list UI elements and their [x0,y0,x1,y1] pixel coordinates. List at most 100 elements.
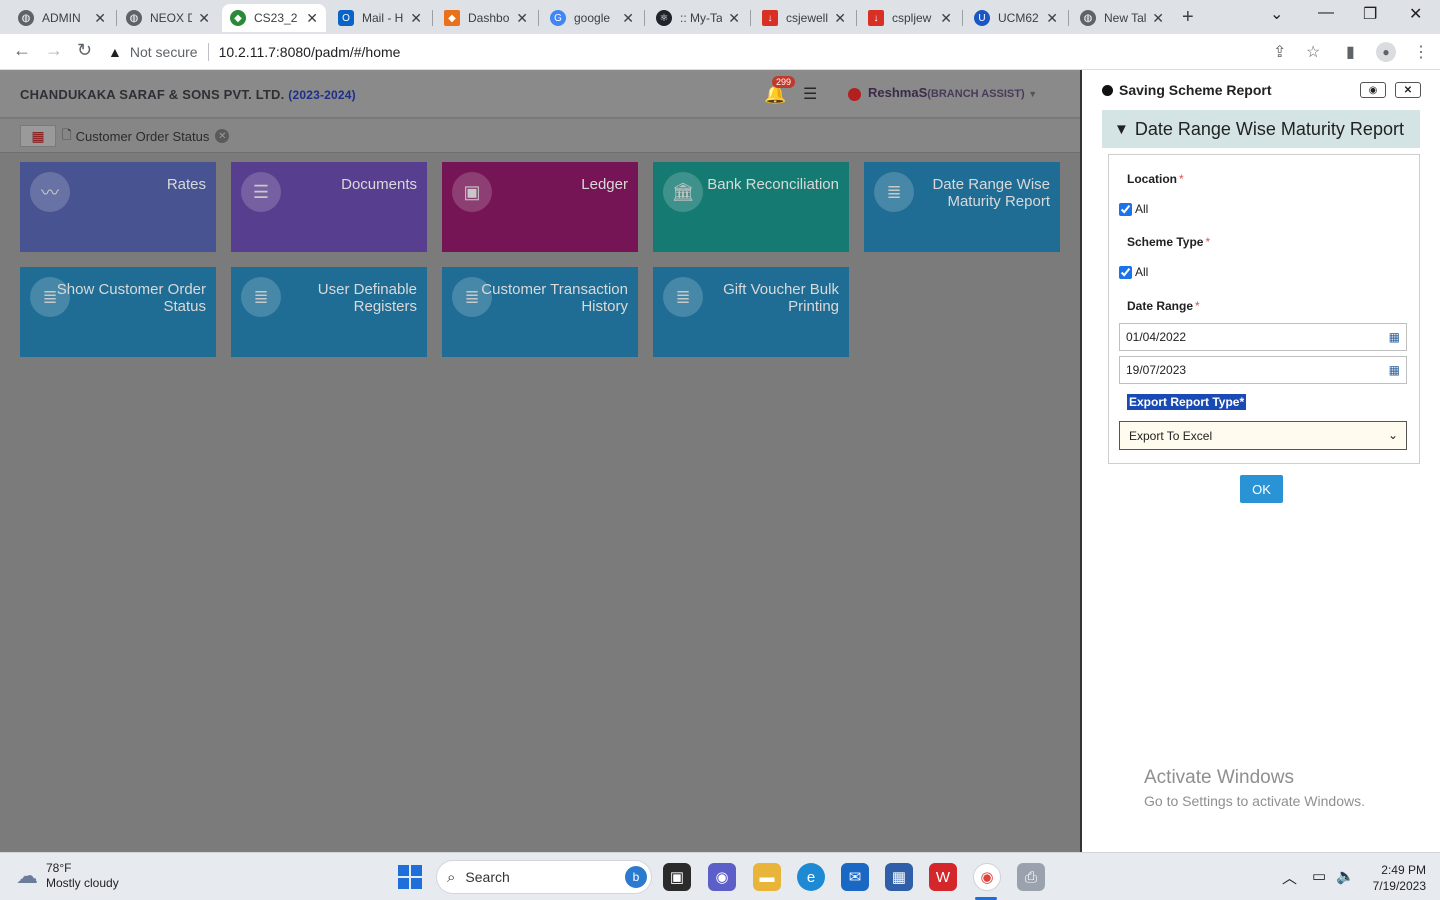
task-view-icon[interactable]: ▣ [663,863,691,891]
tile-documents[interactable]: ☰ Documents [231,162,427,252]
system-clock[interactable]: 2:49 PM 7/19/2023 [1368,862,1426,894]
location-label-text: Location [1127,172,1177,186]
close-icon[interactable]: ✕ [215,129,230,143]
menu-kebab-icon[interactable]: ⋮ [1413,42,1429,62]
calendar-icon[interactable]: ▦ [1389,330,1400,344]
close-icon[interactable]: ✕ [940,10,952,27]
wps-icon[interactable]: W [929,863,957,891]
bing-icon[interactable]: b [625,866,647,888]
browser-tab[interactable]: ↓ csjewell ✕ [754,4,854,32]
store-icon[interactable]: ▦ [885,863,913,891]
browser-tab[interactable]: ◍ NEOX D ✕ [118,4,218,32]
close-icon[interactable]: ✕ [1152,10,1164,27]
network-icon[interactable]: ▭ [1312,867,1326,885]
back-icon[interactable]: ← [13,40,31,61]
edge-icon[interactable]: e [797,863,825,891]
close-icon[interactable]: ✕ [1046,10,1058,27]
tile-date-range-maturity[interactable]: ≣ Date Range Wise Maturity Report [864,162,1060,252]
close-icon[interactable]: ✕ [622,10,634,27]
bookmark-star-icon[interactable]: ☆ [1306,42,1320,62]
filter-icon: ▼ [1114,120,1129,138]
browser-tab[interactable]: ↓ cspljew ✕ [860,4,960,32]
report-header: ▼ Date Range Wise Maturity Report [1102,110,1420,148]
url-text[interactable]: 10.2.11.7:8080/padm/#/home [219,44,401,60]
notification-badge: 299 [772,76,796,88]
location-all-checkbox[interactable]: All [1119,202,1148,216]
tile-label: Bank Reconciliation [707,176,839,193]
volume-icon[interactable]: 🔈 [1336,867,1355,885]
taskbar-search[interactable]: ⌕ Search b [436,860,652,894]
close-icon[interactable]: ✕ [834,10,846,27]
tile-label: Customer Transaction History [481,281,628,315]
tab-search-icon[interactable]: ⌄ [1270,4,1283,24]
file-explorer-icon[interactable]: ▬ [753,863,781,891]
tile-label: Show Customer Order Status [56,281,206,315]
user-role: (BRANCH ASSIST) [927,88,1025,100]
restore-icon[interactable]: ❐ [1363,4,1377,24]
tab-separator [1068,10,1069,26]
close-icon[interactable]: ✕ [306,10,318,27]
download-icon: ↓ [868,10,884,26]
tab-customer-order-status[interactable]: 🗋 Customer Order Status ✕ [62,125,230,147]
tile-user-definable-registers[interactable]: ≣ User Definable Registers [231,267,427,357]
required-mark: * [1195,299,1200,313]
minimize-icon[interactable]: — [1318,4,1334,22]
temperature: 78°F [46,861,72,875]
date-range-label: Date Range * [1127,299,1200,313]
tab-separator [538,10,539,26]
profile-avatar-icon[interactable]: ● [1376,42,1396,62]
new-tab-button[interactable]: + [1182,6,1194,29]
required-mark: * [1179,172,1184,186]
sidepanel-icon[interactable]: ▮ [1346,42,1355,62]
share-icon[interactable]: ⇪ [1273,42,1286,62]
ok-button[interactable]: OK [1240,475,1283,503]
to-date-input[interactable]: 19/07/2023 ▦ [1119,356,1407,384]
close-icon[interactable]: ✕ [516,10,528,27]
browser-tab[interactable]: ◍ New Tal ✕ [1072,4,1172,32]
scheme-all-checkbox[interactable]: All [1119,265,1148,279]
forward-icon[interactable]: → [45,40,63,61]
close-panel-icon[interactable]: ✕ [1395,82,1421,98]
tile-show-customer-order-status[interactable]: ≣ Show Customer Order Status [20,267,216,357]
location-all-input[interactable] [1119,202,1132,216]
export-type-select[interactable]: Export To Excel ⌄ [1119,421,1407,450]
windows-start-icon[interactable] [398,865,422,889]
tile-ledger[interactable]: ▣ Ledger [442,162,638,252]
close-icon[interactable]: ✕ [410,10,422,27]
browser-toolbar: ← → ↻ ▲ Not secure 10.2.11.7:8080/padm/#… [0,34,1440,70]
menu-list-icon[interactable]: ☰ [803,84,817,104]
chevron-down-icon: ⌄ [1387,428,1398,442]
reload-icon[interactable]: ↻ [77,40,92,61]
close-icon[interactable]: ✕ [198,10,210,27]
printer-icon[interactable]: ⎙ [1017,863,1045,891]
close-icon[interactable]: ✕ [728,10,740,27]
browser-tab[interactable]: ⚛ :: My-Ta ✕ [648,4,748,32]
chat-icon[interactable]: ◉ [708,863,736,891]
security-status[interactable]: Not secure [130,44,198,60]
mail-icon[interactable]: ✉ [841,863,869,891]
report-panel: Saving Scheme Report ◉ ✕ ▼ Date Range Wi… [1080,70,1440,852]
from-date-input[interactable]: 01/04/2022 ▦ [1119,323,1407,351]
close-icon[interactable]: ✕ [94,10,106,27]
browser-tab[interactable]: G google ✕ [542,4,642,32]
calendar-icon[interactable]: ▦ [1389,363,1400,377]
browser-tab[interactable]: U UCM62 ✕ [966,4,1066,32]
chevron-up-icon[interactable]: ︿ [1282,867,1297,888]
weather-widget[interactable]: ☁ 78°F Mostly cloudy [16,861,119,891]
tile-gift-voucher-bulk-printing[interactable]: ≣ Gift Voucher Bulk Printing [653,267,849,357]
eye-slash-icon[interactable]: ◉ [1360,82,1386,98]
tile-rates[interactable]: 〰 Rates [20,162,216,252]
browser-tab[interactable]: ◍ ADMIN ✕ [10,4,114,32]
browser-tab[interactable]: ◆ Dashbo ✕ [436,4,536,32]
scheme-all-input[interactable] [1119,265,1132,279]
clock-time: 2:49 PM [1381,863,1426,877]
window-close-icon[interactable]: ✕ [1409,4,1422,24]
address-bar[interactable]: ▲ Not secure 10.2.11.7:8080/padm/#/home [108,38,1348,66]
chrome-icon[interactable]: ◉ [973,863,1001,891]
browser-tab-active[interactable]: ◆ CS23_2 ✕ [222,4,326,32]
tile-customer-transaction-history[interactable]: ≣ Customer Transaction History [442,267,638,357]
browser-tab[interactable]: O Mail - H ✕ [330,4,430,32]
grid-menu-button[interactable]: ▦ [20,125,56,147]
user-menu[interactable]: ReshmaS(BRANCH ASSIST) ▼ [868,85,1037,100]
tile-bank-reconciliation[interactable]: 🏛 Bank Reconciliation [653,162,849,252]
